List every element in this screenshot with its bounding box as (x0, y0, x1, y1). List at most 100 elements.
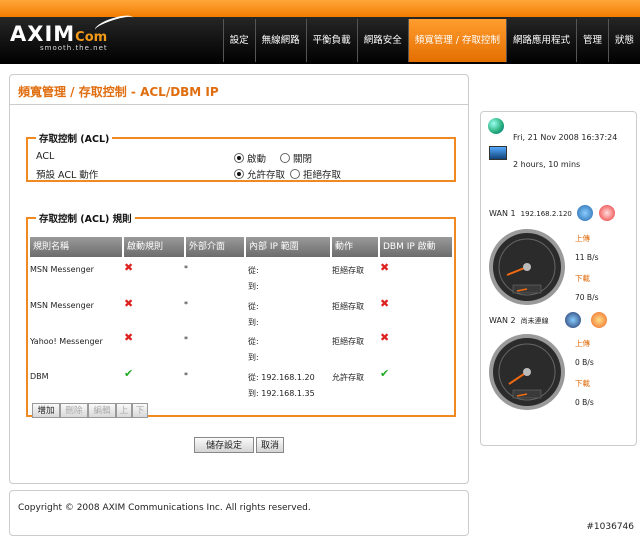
globe-clock-icon (488, 118, 504, 134)
nav-item-security[interactable]: 網路安全 (356, 19, 408, 62)
wan1-download-label: 下載 (575, 274, 590, 283)
main-panel: 頻寬管理 / 存取控制 - ACL/DBM IP 存取控制 (ACL) ACL … (9, 74, 469, 484)
move-up-button[interactable]: 上 (116, 403, 132, 418)
default-deny-label: 拒絕存取 (303, 170, 342, 181)
interface-value: * (184, 371, 188, 380)
default-allow-radio[interactable] (234, 169, 244, 179)
add-rule-button[interactable]: 增加 (32, 403, 60, 418)
monitor-icon (489, 146, 507, 160)
nav-item-wireless[interactable]: 無線網路 (254, 19, 306, 62)
nav-item-settings[interactable]: 設定 (222, 19, 255, 62)
wan1-gauge (489, 229, 565, 305)
header-orange-strip (0, 0, 640, 17)
interface-value: * (184, 300, 188, 309)
col-interface: 外部介面 (186, 237, 246, 257)
ip-from: 從: (248, 302, 259, 311)
dbm-x-icon[interactable]: ✖ (380, 297, 389, 310)
nav-item-bandwidth-acl[interactable]: 頻寬管理 / 存取控制 (407, 19, 506, 62)
uptime: 2 hours, 10 mins (513, 160, 581, 169)
watermark-id: #1036746 (586, 522, 634, 532)
save-button[interactable]: 儲存設定 (194, 437, 254, 453)
disabled-x-icon[interactable]: ✖ (124, 261, 133, 274)
disabled-x-icon[interactable]: ✖ (124, 297, 133, 310)
wan2-label: WAN 2 尚未連線 (489, 316, 549, 325)
col-action: 動作 (332, 237, 380, 257)
acl-off-radio[interactable] (280, 153, 290, 163)
ip-from: 從: (248, 337, 259, 346)
date-time: Fri, 21 Nov 2008 16:37:24 (513, 133, 618, 142)
ip-to: 到: (248, 353, 259, 362)
wan1-traffic-icon[interactable] (577, 205, 593, 221)
wan1-gauge-box: 上傳 11 B/s 下載 70 B/s (487, 227, 629, 312)
nav-item-status[interactable]: 狀態 (607, 19, 640, 62)
wan1-download-value: 70 B/s (575, 293, 599, 302)
acl-label: ACL (36, 151, 55, 162)
col-ip-range: 內部 IP 範圍 (246, 237, 332, 257)
rule-action: 拒絕存取 (332, 337, 364, 346)
dbm-check-icon[interactable]: ✔ (380, 367, 389, 380)
default-action-label: 預設 ACL 動作 (36, 170, 99, 181)
wan2-download-value: 0 B/s (575, 398, 594, 407)
dbm-x-icon[interactable]: ✖ (380, 261, 389, 274)
col-rule-name: 規則名稱 (30, 237, 124, 257)
interface-value: * (184, 264, 188, 273)
copyright-text: Copyright © 2008 AXIM Communications Inc… (18, 503, 311, 513)
acl-on-option[interactable]: 啟動 (234, 151, 266, 165)
nav-item-applications[interactable]: 網路應用程式 (505, 19, 576, 62)
default-allow-label: 允許存取 (247, 170, 286, 181)
enabled-check-icon[interactable]: ✔ (124, 367, 133, 380)
rule-name: DBM (30, 372, 49, 381)
ip-from: 從: (248, 266, 259, 275)
logo-tagline: smooth.the.net (40, 44, 108, 52)
col-dbm: DBM IP 啟動 (380, 237, 454, 257)
axim-logo: AXIMCom smooth.the.net (10, 12, 135, 52)
wan2-download-label: 下載 (575, 379, 590, 388)
edit-rule-button[interactable]: 編輯 (88, 403, 116, 418)
acl-legend: 存取控制 (ACL) (39, 134, 110, 145)
rule-action: 允許存取 (332, 373, 364, 382)
acl-fieldset: 存取控制 (ACL) ACL 啟動 關閉 預設 ACL 動作 允許存取 拒絕存取 (26, 131, 456, 182)
dbm-x-icon[interactable]: ✖ (380, 331, 389, 344)
ip-from: 從: 192.168.1.20 (248, 373, 315, 382)
wan1-disconnect-icon[interactable] (599, 205, 615, 221)
main-nav: 設定 無線網路 平衡負載 網路安全 頻寬管理 / 存取控制 網路應用程式 管理 … (222, 17, 640, 64)
move-down-button[interactable]: 下 (132, 403, 148, 418)
delete-rule-button[interactable]: 刪除 (60, 403, 88, 418)
rules-legend: 存取控制 (ACL) 規則 (39, 214, 132, 225)
wan2-traffic-icon[interactable] (565, 312, 581, 328)
ip-to: 到: 192.168.1.35 (248, 389, 315, 398)
wan1-label: WAN 1 192.168.2.120 (489, 209, 572, 218)
wan2-gauge-box: 上傳 0 B/s 下載 0 B/s (487, 332, 629, 417)
acl-on-label: 啟動 (247, 154, 267, 165)
rule-name: Yahoo! Messenger (30, 337, 103, 346)
default-allow-option[interactable]: 允許存取 (234, 167, 285, 181)
default-deny-option[interactable]: 拒絕存取 (290, 167, 341, 181)
wan1-upload-label: 上傳 (575, 234, 590, 243)
acl-off-option[interactable]: 關閉 (280, 151, 312, 165)
cancel-button[interactable]: 取消 (256, 437, 284, 453)
status-panel: Fri, 21 Nov 2008 16:37:24 2 hours, 10 mi… (480, 111, 637, 446)
title-divider (10, 104, 468, 105)
rules-fieldset: 存取控制 (ACL) 規則 規則名稱 啟動規則 外部介面 內部 IP 範圍 動作… (26, 211, 456, 418)
top-header: AXIMCom smooth.the.net 設定 無線網路 平衡負載 網路安全… (0, 0, 640, 64)
ip-to: 到: (248, 282, 259, 291)
page-title: 頻寬管理 / 存取控制 - ACL/DBM IP (18, 85, 219, 99)
nav-item-admin[interactable]: 管理 (575, 19, 608, 62)
wan2-upload-label: 上傳 (575, 339, 590, 348)
default-deny-radio[interactable] (290, 169, 300, 179)
nav-item-load-balance[interactable]: 平衡負載 (305, 19, 357, 62)
logo-main: AXIM (10, 22, 76, 46)
ip-to: 到: (248, 318, 259, 327)
disabled-x-icon[interactable]: ✖ (124, 331, 133, 344)
acl-off-label: 關閉 (293, 154, 313, 165)
rule-action: 拒絕存取 (332, 302, 364, 311)
rule-name: MSN Messenger (30, 301, 94, 310)
wan2-power-icon[interactable] (591, 312, 607, 328)
wan1-upload-value: 11 B/s (575, 253, 599, 262)
interface-value: * (184, 335, 188, 344)
rule-name: MSN Messenger (30, 265, 94, 274)
wan2-upload-value: 0 B/s (575, 358, 594, 367)
wan2-gauge (489, 334, 565, 410)
col-enabled: 啟動規則 (124, 237, 186, 257)
acl-on-radio[interactable] (234, 153, 244, 163)
